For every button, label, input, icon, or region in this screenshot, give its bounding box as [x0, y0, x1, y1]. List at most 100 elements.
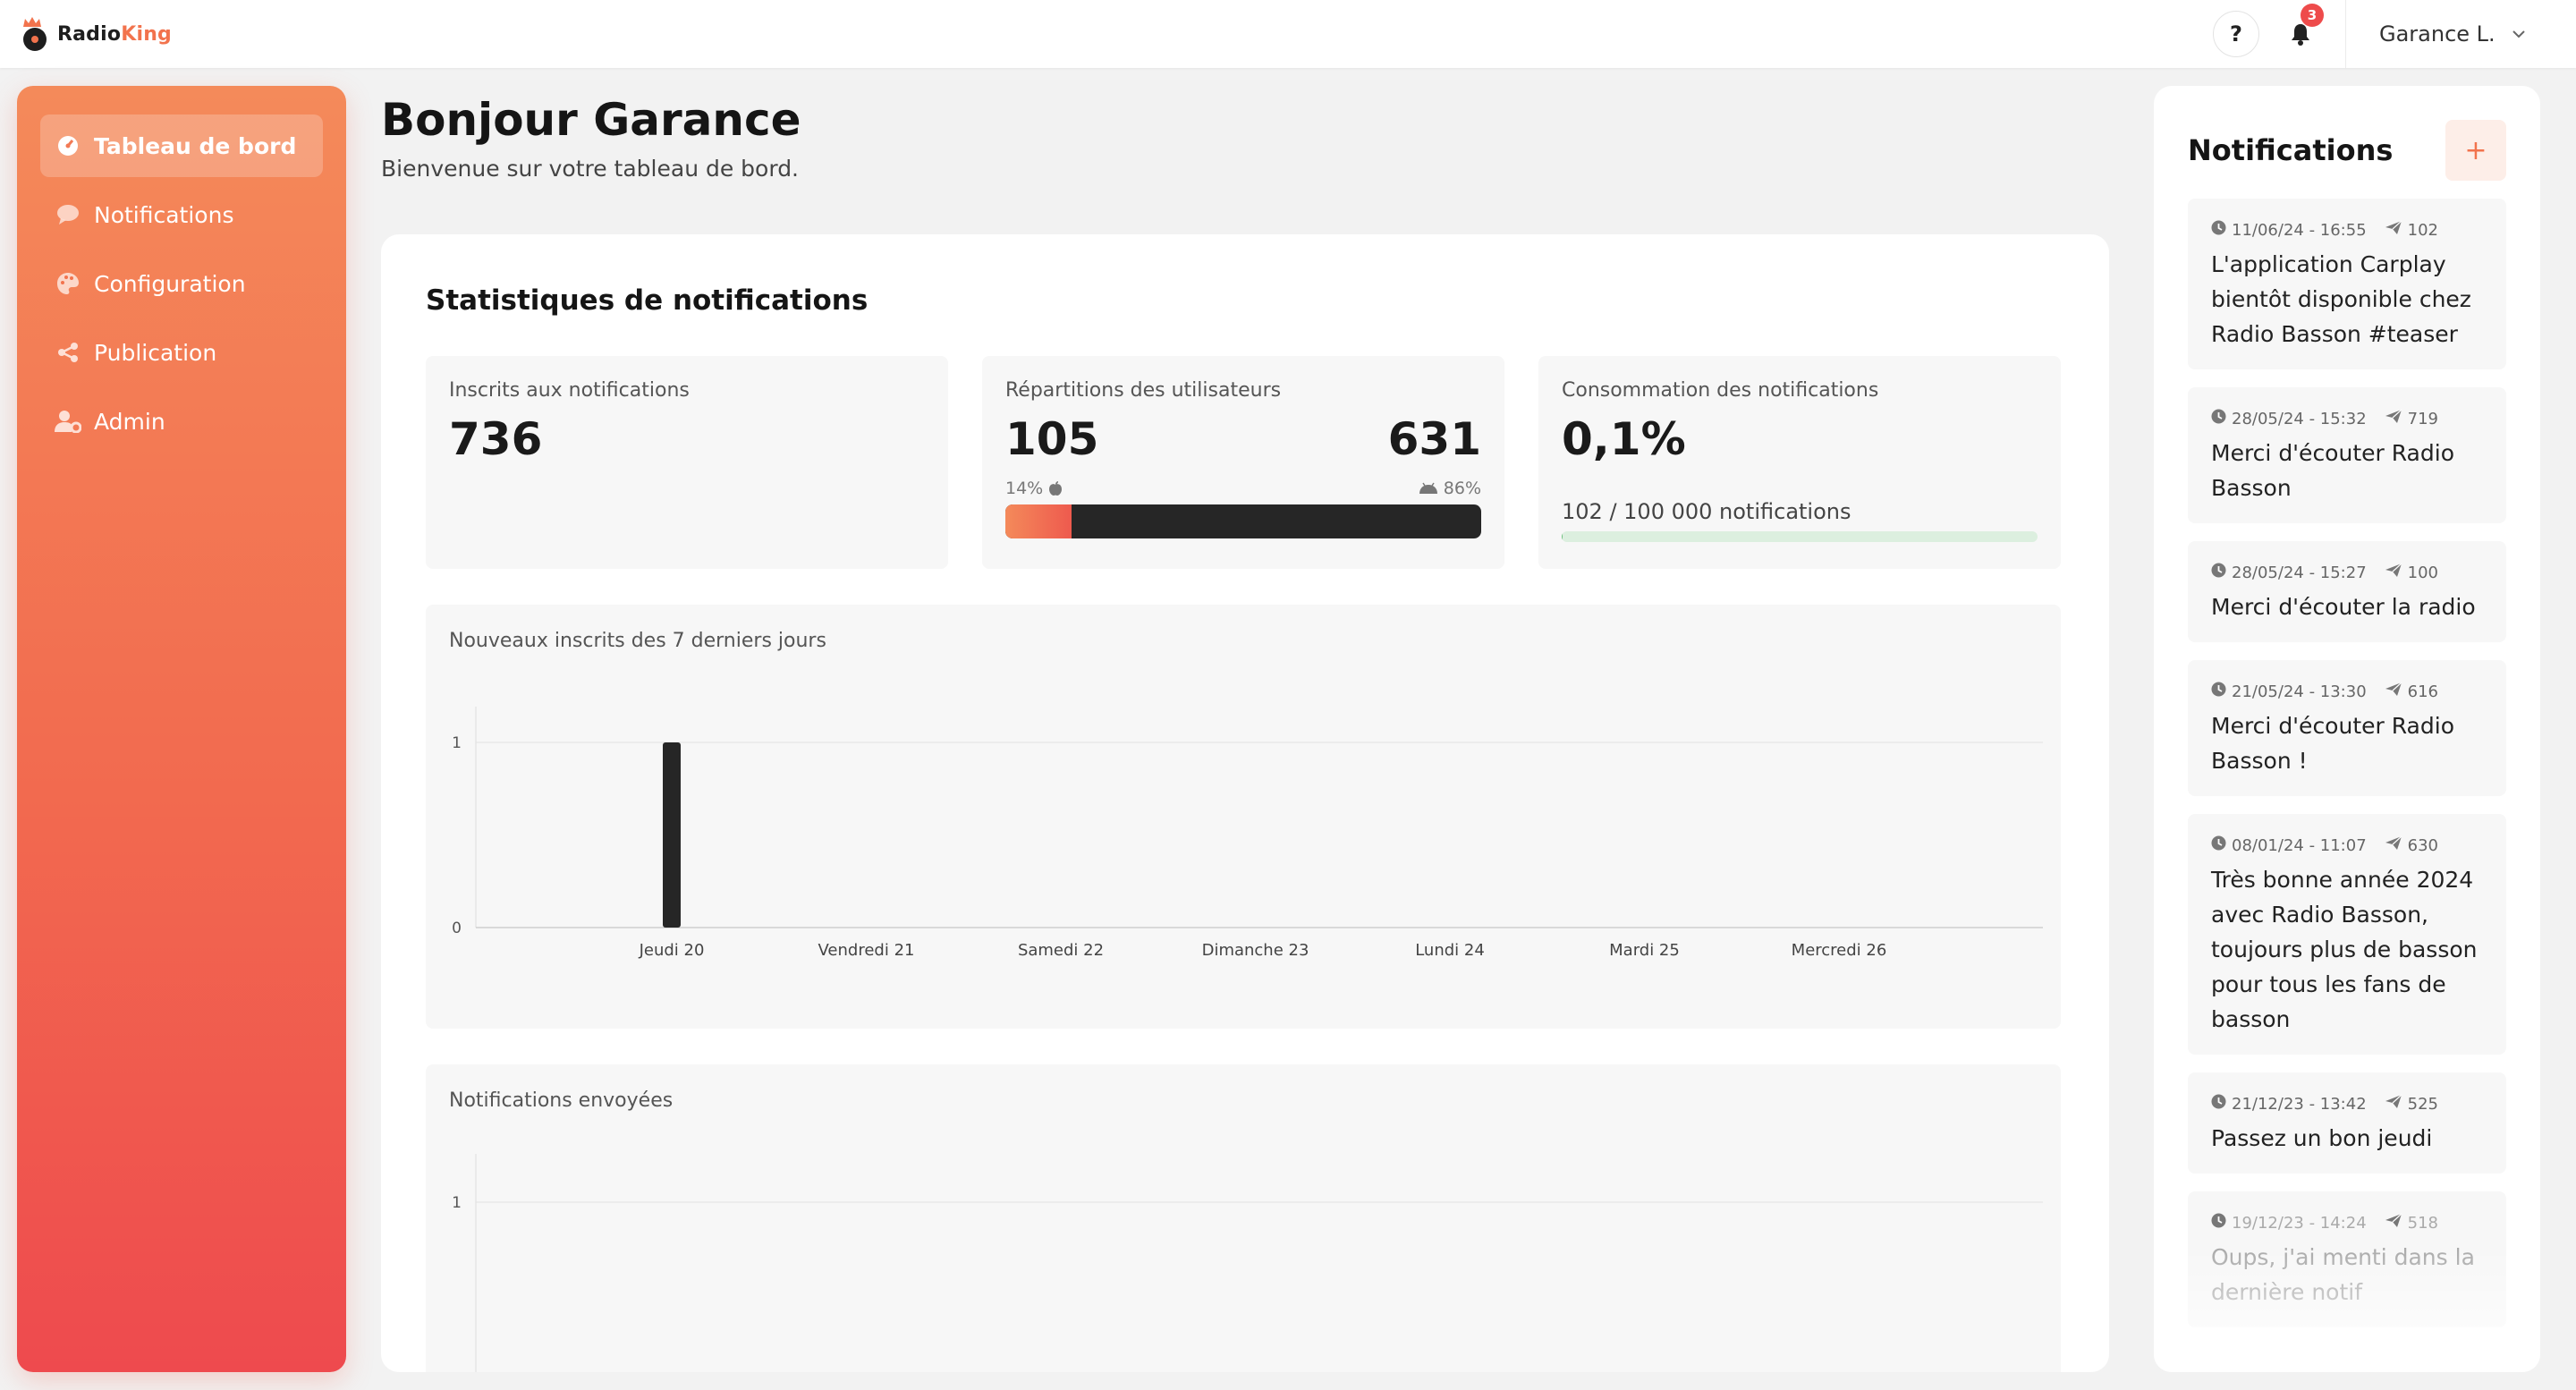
notification-date: 08/01/24 - 11:07 [2232, 835, 2367, 855]
page-title: Bonjour Garance [381, 94, 801, 146]
ios-share: 14% [1005, 479, 1063, 498]
notification-count-badge: 3 [2301, 4, 2324, 27]
subscribers-value: 736 [449, 413, 543, 465]
notification-date: 21/12/23 - 13:42 [2232, 1094, 2367, 1114]
sidebar-item-dashboard[interactable]: Tableau de bord [40, 114, 323, 177]
notifications-panel-title: Notifications [2188, 133, 2394, 167]
usage-progress-bar [1562, 531, 2038, 542]
notification-date: 21/05/24 - 13:30 [2232, 682, 2367, 701]
notification-item[interactable]: 28/05/24 - 15:27 100 Merci d'écouter la ra… [2188, 541, 2506, 642]
notifications-list: 11/06/24 - 16:55 102 L'application Carplay… [2188, 199, 2506, 1327]
add-notification-button[interactable]: + [2445, 120, 2506, 181]
notification-text: Merci d'écouter Radio Basson [2211, 440, 2454, 501]
send-icon [2385, 220, 2402, 240]
notification-text: Passez un bon jeudi [2211, 1125, 2433, 1151]
user-gear-icon [55, 408, 81, 435]
brand-name: RadioKing [57, 22, 173, 46]
y-tick-label: 1 [452, 1194, 462, 1212]
dashboard-icon [55, 132, 81, 159]
bar [663, 742, 681, 928]
sidebar-item-label: Configuration [94, 270, 246, 297]
plus-icon: + [2464, 134, 2487, 166]
y-tick-label: 1 [452, 734, 462, 752]
notification-date: 28/05/24 - 15:27 [2232, 563, 2367, 582]
radioking-logo-icon [20, 17, 50, 51]
notification-send-count: 525 [2407, 1094, 2439, 1114]
send-icon [2385, 1094, 2402, 1114]
clock-icon [2211, 682, 2226, 701]
x-tick-label: Samedi 22 [1018, 941, 1104, 960]
x-tick-label: Mardi 25 [1609, 941, 1680, 960]
user-split-stat: Répartitions des utilisateurs 105 631 14… [982, 356, 1504, 569]
sidebar-item-publication[interactable]: Publication [40, 321, 323, 384]
x-tick-label: Lundi 24 [1415, 941, 1485, 960]
notification-text: Oups, j'ai menti dans la dernière notif [2211, 1244, 2475, 1305]
subscribers-label: Inscrits aux notifications [449, 379, 690, 402]
notification-item[interactable]: 21/12/23 - 13:42 525 Passez un bon jeudi [2188, 1072, 2506, 1174]
send-icon [2385, 835, 2402, 855]
notification-send-count: 518 [2407, 1213, 2439, 1233]
apple-icon [1049, 481, 1063, 496]
sidebar-item-label: Publication [94, 339, 217, 366]
radioking-logo[interactable]: RadioKing [20, 13, 172, 55]
notification-item[interactable]: 28/05/24 - 15:32 719 Merci d'écouter Radio… [2188, 387, 2506, 523]
stats-card: Statistiques de notifications Inscrits a… [381, 234, 2109, 1372]
notification-item[interactable]: 21/05/24 - 13:30 616 Merci d'écouter Radio… [2188, 660, 2506, 796]
notification-text: Très bonne année 2024 avec Radio Basson,… [2211, 867, 2478, 1032]
clock-icon [2211, 835, 2226, 855]
notification-text: Merci d'écouter Radio Basson ! [2211, 713, 2454, 774]
user-menu[interactable]: Garance L. [2379, 16, 2526, 52]
notification-date: 28/05/24 - 15:32 [2232, 409, 2367, 428]
divider [2345, 0, 2346, 68]
send-icon [2385, 682, 2402, 701]
stats-row: Inscrits aux notifications 736 Répartiti… [426, 356, 2064, 569]
user-name: Garance L. [2379, 21, 2496, 47]
sidebar-item-admin[interactable]: Admin [40, 390, 323, 453]
subscribers-stat: Inscrits aux notifications 736 [426, 356, 948, 569]
x-tick-label: Dimanche 23 [1202, 941, 1309, 960]
user-split-label: Répartitions des utilisateurs [1005, 379, 1282, 402]
send-icon [2385, 563, 2402, 582]
usage-detail: 102 / 100 000 notifications [1562, 499, 1852, 524]
notification-send-count: 630 [2407, 835, 2439, 855]
ios-share-fill [1005, 504, 1072, 538]
chat-bubble-icon [55, 201, 81, 228]
user-split-bar [1005, 504, 1481, 538]
ios-users-value: 105 [1005, 413, 1099, 465]
notification-item[interactable]: 19/12/23 - 14:24 518 Oups, j'ai menti dans… [2188, 1191, 2506, 1327]
notification-item[interactable]: 11/06/24 - 16:55 102 L'application Carplay… [2188, 199, 2506, 369]
sidebar-item-configuration[interactable]: Configuration [40, 252, 323, 315]
x-tick-label: Mercredi 26 [1792, 941, 1887, 960]
help-icon: ? [2230, 21, 2242, 47]
android-pct: 86% [1443, 479, 1481, 498]
notifications-sent-chart-plot: 1 [452, 1154, 2043, 1372]
clock-icon [2211, 1094, 2226, 1114]
send-icon [2385, 1213, 2402, 1233]
send-icon [2385, 409, 2402, 428]
android-icon [1419, 482, 1437, 494]
usage-progress-fill [1562, 531, 1563, 542]
share-icon [55, 339, 81, 366]
sidebar-item-label: Admin [94, 408, 165, 435]
usage-stat: Consommation des notifications 0,1% 102 … [1538, 356, 2061, 569]
notifications-panel: Notifications + 11/06/24 - 16:55 102 L'app… [2154, 86, 2540, 1372]
notification-item[interactable]: 08/01/24 - 11:07 630 Très bonne année 2024… [2188, 814, 2506, 1055]
sidebar-item-notifications[interactable]: Notifications [40, 183, 323, 246]
help-button[interactable]: ? [2213, 11, 2259, 57]
notification-text: L'application Carplay bientôt disponible… [2211, 251, 2471, 347]
notification-send-count: 100 [2407, 563, 2439, 582]
page-subtitle: Bienvenue sur votre tableau de bord. [381, 156, 800, 182]
sidebar: Tableau de bord Notifications Configurat… [17, 86, 346, 1372]
new-subscribers-chart: Nouveaux inscrits des 7 derniers jours 0… [426, 605, 2061, 1029]
x-tick-label: Jeudi 20 [639, 941, 705, 960]
ios-pct: 14% [1005, 479, 1044, 498]
y-tick-label: 0 [452, 920, 462, 937]
clock-icon [2211, 1213, 2226, 1233]
greeting: Bonjour Garance Bienvenue sur votre tabl… [381, 93, 801, 182]
new-subscribers-chart-plot: 0 1 Jeudi 20 Vendredi 21 Samedi 22 Dimanche 2… [452, 707, 2043, 960]
notification-text: Merci d'écouter la radio [2211, 594, 2476, 620]
android-share: 86% [1419, 479, 1481, 498]
sidebar-item-label: Notifications [94, 201, 234, 228]
notifications-sent-chart: Notifications envoyées 1 [426, 1064, 2061, 1372]
sidebar-item-label: Tableau de bord [94, 132, 297, 159]
